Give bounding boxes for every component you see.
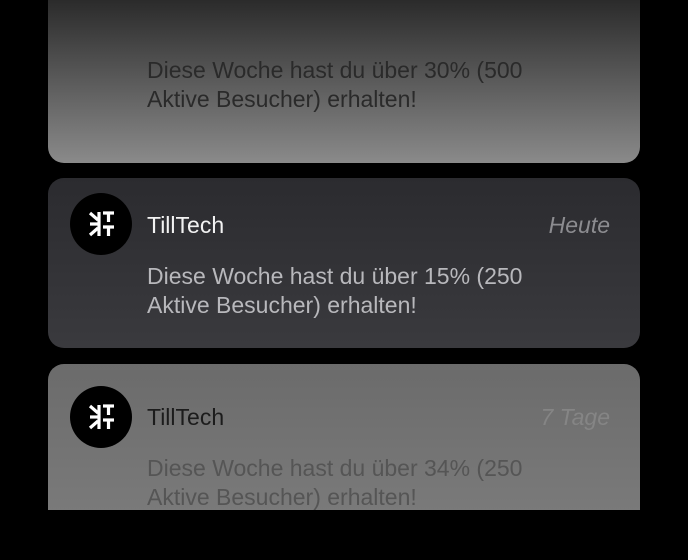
bottom-mask [0, 510, 688, 560]
notification-card-3[interactable]: TillTech 7 Tage Diese Woche hast du über… [48, 364, 640, 514]
app-name: TillTech [147, 212, 225, 238]
notification-time: 7 Tage [540, 404, 611, 430]
notification-card-1[interactable]: Diese Woche hast du über 30% (500 Aktive… [48, 0, 640, 163]
notification-card-2[interactable]: TillTech Heute Diese Woche hast du über … [48, 178, 640, 348]
notification-message: Diese Woche hast du über 30% (500 Aktive… [147, 57, 523, 112]
app-avatar [70, 386, 132, 448]
app-name: TillTech [147, 404, 225, 430]
tilltech-logo-icon [88, 211, 114, 237]
notification-message: Diese Woche hast du über 15% (250 Aktive… [147, 263, 523, 318]
tilltech-logo-icon [88, 404, 114, 430]
notification-message: Diese Woche hast du über 34% (250 Aktive… [147, 455, 523, 510]
app-avatar [70, 193, 132, 255]
notification-time: Heute [548, 212, 610, 238]
